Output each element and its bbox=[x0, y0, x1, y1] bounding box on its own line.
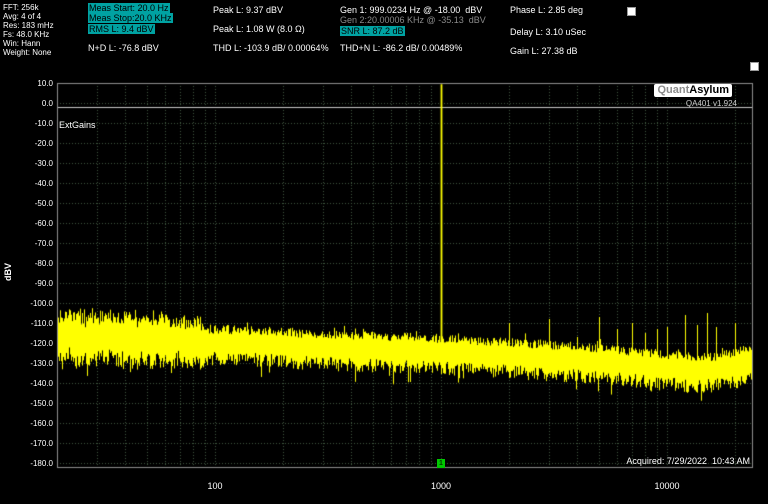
ext-gains-label: ExtGains bbox=[59, 120, 96, 130]
qa401-analyzer-window: FFT: 256k Avg: 4 of 4 Res: 183 mHz Fs: 4… bbox=[0, 0, 768, 504]
logo-quant-text: Quant bbox=[657, 84, 689, 96]
logo-asylum-text: Asylum bbox=[689, 84, 729, 96]
acquired-timestamp: Acquired: 7/29/2022 10:43 AM bbox=[626, 456, 750, 466]
y-axis-title: dBV bbox=[3, 252, 13, 292]
quantasylum-logo: QuantAsylum bbox=[654, 84, 732, 97]
firmware-version-label: QA401 v1.924 bbox=[686, 99, 737, 108]
generator-frequency-marker[interactable]: 1 bbox=[437, 459, 445, 468]
spectrum-plot-canvas[interactable] bbox=[0, 0, 768, 504]
